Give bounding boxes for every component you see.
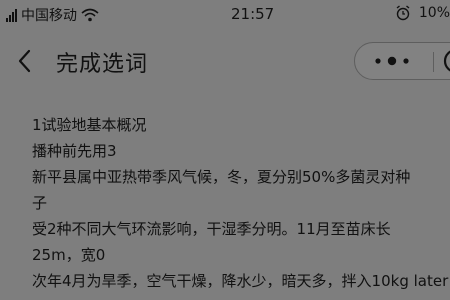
content-line: 新平县属中亚热带季风气候，冬，夏分别50%多菌灵对种 [32,168,411,186]
page-title: 完成选词 [56,52,149,77]
battery-percent: 10% [418,5,450,21]
article-content: 1试验地基本概况 播种前先用3 新平县属中亚热带季风气候，冬，夏分别50%多菌灵… [32,112,450,294]
carrier-name: 中国移动 [21,8,77,24]
more-icon[interactable] [370,53,418,69]
mini-program-capsule [354,42,450,80]
status-right: 10% [395,5,450,21]
back-icon[interactable] [14,48,38,74]
alarm-icon [396,5,410,21]
status-bar: 中国移动 21:57 10% [0,0,450,28]
close-icon[interactable] [441,47,450,75]
capsule-divider [433,52,434,72]
content-line: 1试验地基本概况 [32,116,147,134]
content-line: 播种前先用3 [32,142,117,160]
content-line: 次年4月为旱季，空气干燥，降水少，暗天多，拌入10kg later [32,272,449,290]
clock-time: 21:57 [231,5,275,23]
wifi-icon [81,8,99,22]
status-left: 中国移动 [6,5,99,25]
content-line: 受2种不同大气环流影响，干湿季分明。11月至苗床长 [32,220,391,238]
title-bar: 完成选词 [0,38,450,84]
content-line: 25m，宽0 [32,246,106,264]
screen: 中国移动 21:57 10% 完成选词 1试验地基本概况 播种前先用3 新平县属… [0,0,450,300]
signal-icon [6,8,17,22]
content-line: 子 [32,194,48,212]
